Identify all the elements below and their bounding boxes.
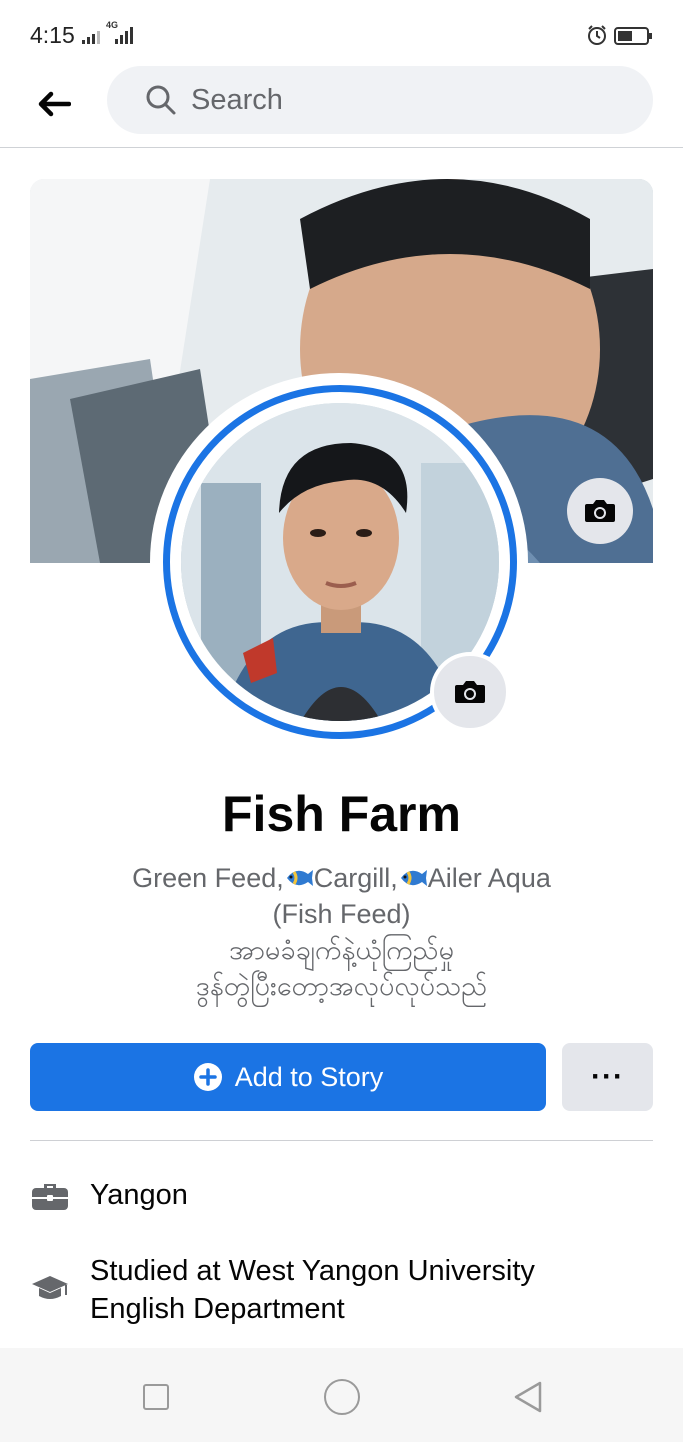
search-placeholder: Search bbox=[191, 83, 283, 116]
education-text: Studied at West Yangon University Englis… bbox=[90, 1252, 535, 1328]
search-icon bbox=[146, 85, 176, 115]
profile-name: Fish Farm bbox=[222, 786, 461, 842]
camera-icon bbox=[585, 500, 615, 522]
bio-line-1: Green Feed, Cargill, Ailer Aqua bbox=[90, 860, 593, 896]
battery-icon bbox=[614, 27, 652, 45]
profile-bio: Green Feed, Cargill, Ailer Aqua (Fish Feed… bbox=[90, 860, 593, 1004]
top-bar: Search bbox=[0, 60, 683, 148]
bio-line-3: အာမခံချက်နဲ့ယုံကြည်မှု bbox=[228, 935, 455, 965]
bio-text: Green Feed, bbox=[132, 863, 284, 893]
more-options-button[interactable]: ··· bbox=[562, 1043, 653, 1111]
recent-apps-button[interactable] bbox=[143, 1384, 169, 1410]
add-to-story-label: Add to Story bbox=[234, 1061, 384, 1092]
tropical-fish-icon bbox=[400, 870, 427, 886]
plus-circle-icon bbox=[193, 1063, 222, 1091]
bio-line-2: (Fish Feed) bbox=[272, 899, 411, 929]
alarm-icon bbox=[588, 25, 606, 45]
add-to-story-button[interactable]: Add to Story bbox=[30, 1043, 546, 1111]
profile-screen: 4:15 4G Search Fish Farm Green Feed, Car… bbox=[0, 0, 683, 1442]
search-input[interactable]: Search bbox=[107, 66, 653, 134]
status-time: 4:15 bbox=[30, 22, 75, 48]
edit-profile-picture-button[interactable] bbox=[430, 652, 510, 732]
bio-text: Ailer Aqua bbox=[427, 863, 551, 893]
home-button[interactable] bbox=[324, 1379, 360, 1415]
back-arrow-icon bbox=[38, 91, 71, 117]
briefcase-icon bbox=[32, 1184, 68, 1210]
edit-cover-photo-button[interactable] bbox=[567, 478, 633, 544]
work-detail[interactable]: Yangon bbox=[30, 1176, 653, 1216]
graduation-cap-icon bbox=[32, 1276, 68, 1299]
signal-strength-icon-2 bbox=[115, 24, 133, 44]
more-options-icon: ··· bbox=[591, 1060, 624, 1093]
divider bbox=[30, 1140, 653, 1141]
bio-text: Cargill, bbox=[313, 863, 398, 893]
bio-line-4: ဒွန်တွဲပြီးတော့အလုပ်လုပ်သည် bbox=[195, 971, 488, 1001]
system-navigation-bar bbox=[0, 1348, 683, 1442]
work-location: Yangon bbox=[90, 1179, 188, 1211]
tropical-fish-icon bbox=[286, 870, 313, 886]
system-back-button[interactable] bbox=[512, 1380, 544, 1414]
education-line-1: Studied at West Yangon University bbox=[90, 1255, 535, 1287]
back-button[interactable] bbox=[30, 80, 78, 128]
signal-strength-icon bbox=[82, 26, 100, 44]
education-line-2: English Department bbox=[90, 1293, 345, 1325]
education-detail[interactable]: Studied at West Yangon University Englis… bbox=[30, 1252, 653, 1328]
camera-icon bbox=[455, 681, 485, 703]
